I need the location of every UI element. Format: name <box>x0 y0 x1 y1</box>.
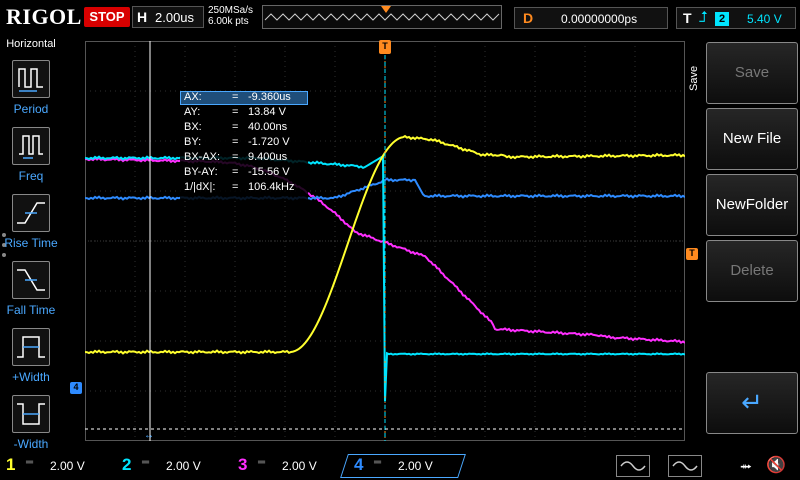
dc-coupling-icon: ═ <box>26 457 34 468</box>
readout-row: BX: = 40.00ns <box>184 121 288 133</box>
signal-source-1-icon[interactable] <box>616 455 650 477</box>
delay-box[interactable]: D 0.00000000ps <box>514 7 668 29</box>
ch2-status[interactable]: 2 ═ 2.00 V <box>118 455 226 477</box>
readout-row: AX: = -9.360us <box>184 91 291 103</box>
rigol-logo: RIGOL <box>6 4 82 29</box>
delete-button[interactable]: Delete <box>706 240 798 302</box>
readout-row: BY: = -1.720 V <box>184 136 290 148</box>
positive-width-icon <box>12 328 50 366</box>
dc-coupling-icon: ═ <box>258 457 266 468</box>
measure-positive-width-item[interactable]: +Width <box>0 322 62 388</box>
dc-coupling-icon: ═ <box>142 457 150 468</box>
measure-freq-item[interactable]: Freq <box>0 121 62 187</box>
memory-overview-strip <box>262 5 502 29</box>
waveform-display[interactable]: AX: = -9.360us AY: = 13.84 V BX: = 40.00ns BY:… <box>85 41 685 441</box>
speaker-muted-icon[interactable]: 🔇 <box>766 455 786 475</box>
trigger-box[interactable]: T ⮥ 2 5.40 V <box>676 7 796 29</box>
run-stop-indicator[interactable]: STOP <box>84 7 130 27</box>
trigger-position-marker[interactable]: T <box>379 40 391 54</box>
rise-time-icon <box>12 194 50 232</box>
period-icon <box>12 60 50 98</box>
ch1-status[interactable]: 1 ═ 2.00 V <box>2 455 110 477</box>
delay-label: D <box>523 10 534 26</box>
freq-icon <box>12 127 50 165</box>
enter-icon: ↵ <box>741 387 763 417</box>
new-folder-button[interactable]: NewFolder <box>706 174 798 236</box>
signal-source-2-icon[interactable] <box>668 455 702 477</box>
memory-depth: 6.00k pts <box>208 16 249 27</box>
ch4-status[interactable]: 4 ═ 2.00 V <box>350 455 458 477</box>
top-status-bar: RIGOL STOP H 2.00us 250MSa/s 6.00k pts D… <box>0 0 800 36</box>
measure-label: Freq <box>18 169 44 183</box>
ch4-offset-marker[interactable]: 4 <box>70 382 82 394</box>
trigger-label: T <box>683 10 692 26</box>
cursor-a-bottom-arrow-icon: ↔ <box>144 430 154 441</box>
rising-edge-icon: ⮥ <box>699 9 708 26</box>
timebase-box[interactable]: H 2.00us <box>132 6 204 28</box>
trigger-level-value: 5.40 V <box>747 12 782 26</box>
measure-rise-time-item[interactable]: Rise Time <box>0 188 62 254</box>
memory-trigger-marker <box>381 6 391 13</box>
negative-width-icon <box>12 395 50 433</box>
readout-row: BX-AX: = 9.400us <box>184 151 288 163</box>
readout-row: AY: = 13.84 V <box>184 106 286 118</box>
measure-label: +Width <box>12 370 50 384</box>
readout-row: 1/|dX|: = 106.4kHz <box>184 181 295 193</box>
usb-icon: ⭼ <box>740 459 753 476</box>
menu-title: Horizontal <box>6 38 56 50</box>
acquisition-info: 250MSa/s 6.00k pts <box>208 5 253 27</box>
measure-label: Fall Time <box>6 303 56 317</box>
dc-coupling-icon: ═ <box>374 457 382 468</box>
cursor-readout-panel: AX: = -9.360us AY: = 13.84 V BX: = 40.00ns BY:… <box>180 91 308 201</box>
measure-negative-width-item[interactable]: -Width <box>0 389 62 455</box>
measure-label: Period <box>13 102 49 116</box>
waveform-canvas <box>85 41 685 441</box>
ch3-status[interactable]: 3 ═ 2.00 V <box>234 455 342 477</box>
timebase-label: H <box>137 9 148 25</box>
measure-menu: Horizontal Period Freq Rise Time Fall Ti… <box>0 38 62 451</box>
readout-row: BY-AY: = -15.56 V <box>184 166 290 178</box>
sample-rate: 250MSa/s <box>208 5 254 16</box>
save-button[interactable]: Save <box>706 42 798 104</box>
measure-label: -Width <box>13 437 49 451</box>
measure-period-item[interactable]: Period <box>0 54 62 120</box>
trigger-source-badge: 2 <box>715 12 729 26</box>
enter-button[interactable]: ↵ <box>706 372 798 434</box>
fall-time-icon <box>12 261 50 299</box>
measure-label: Rise Time <box>4 236 58 250</box>
save-menu-title: Save <box>688 65 700 91</box>
save-menu: Save Save New File NewFolder Delete ↵ <box>688 38 800 450</box>
timebase-value: 2.00us <box>155 10 195 25</box>
new-file-button[interactable]: New File <box>706 108 798 170</box>
delay-value: 0.00000000ps <box>561 12 638 26</box>
channel-status-bar: 1 ═ 2.00 V 2 ═ 2.00 V 3 ═ 2.00 V 4 ═ 2.0… <box>0 452 800 480</box>
measure-fall-time-item[interactable]: Fall Time <box>0 255 62 321</box>
